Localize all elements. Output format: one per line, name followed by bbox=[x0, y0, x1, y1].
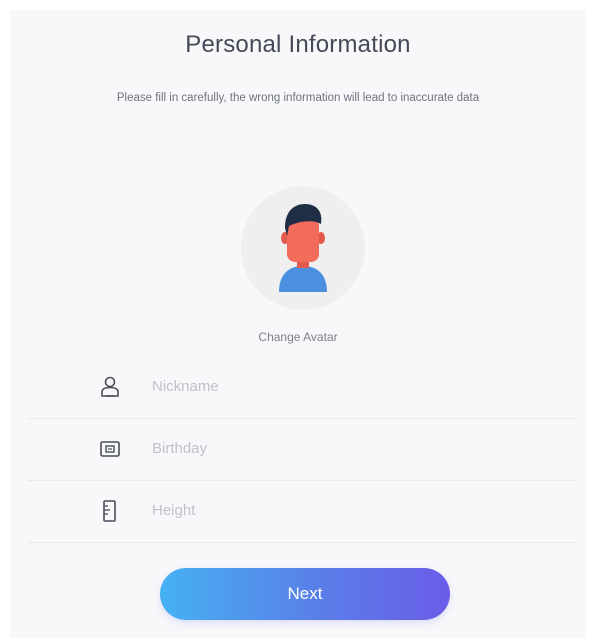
height-input[interactable] bbox=[152, 496, 532, 524]
birthday-input[interactable] bbox=[152, 434, 532, 462]
user-icon bbox=[100, 376, 120, 398]
personal-info-screen: Personal Information Please fill in care… bbox=[10, 10, 586, 638]
nickname-field-row bbox=[28, 356, 576, 419]
nickname-input[interactable] bbox=[152, 372, 532, 400]
height-icon bbox=[100, 500, 120, 522]
calendar-icon bbox=[100, 438, 120, 460]
page-subtitle: Please fill in carefully, the wrong info… bbox=[116, 92, 480, 104]
next-button[interactable]: Next bbox=[160, 568, 450, 620]
change-avatar-link[interactable]: Change Avatar bbox=[10, 330, 586, 344]
avatar[interactable] bbox=[241, 186, 365, 310]
page-title: Personal Information bbox=[185, 31, 411, 58]
male-avatar-icon bbox=[279, 204, 327, 292]
birthday-field-row bbox=[28, 418, 576, 481]
height-field-row bbox=[28, 480, 576, 543]
